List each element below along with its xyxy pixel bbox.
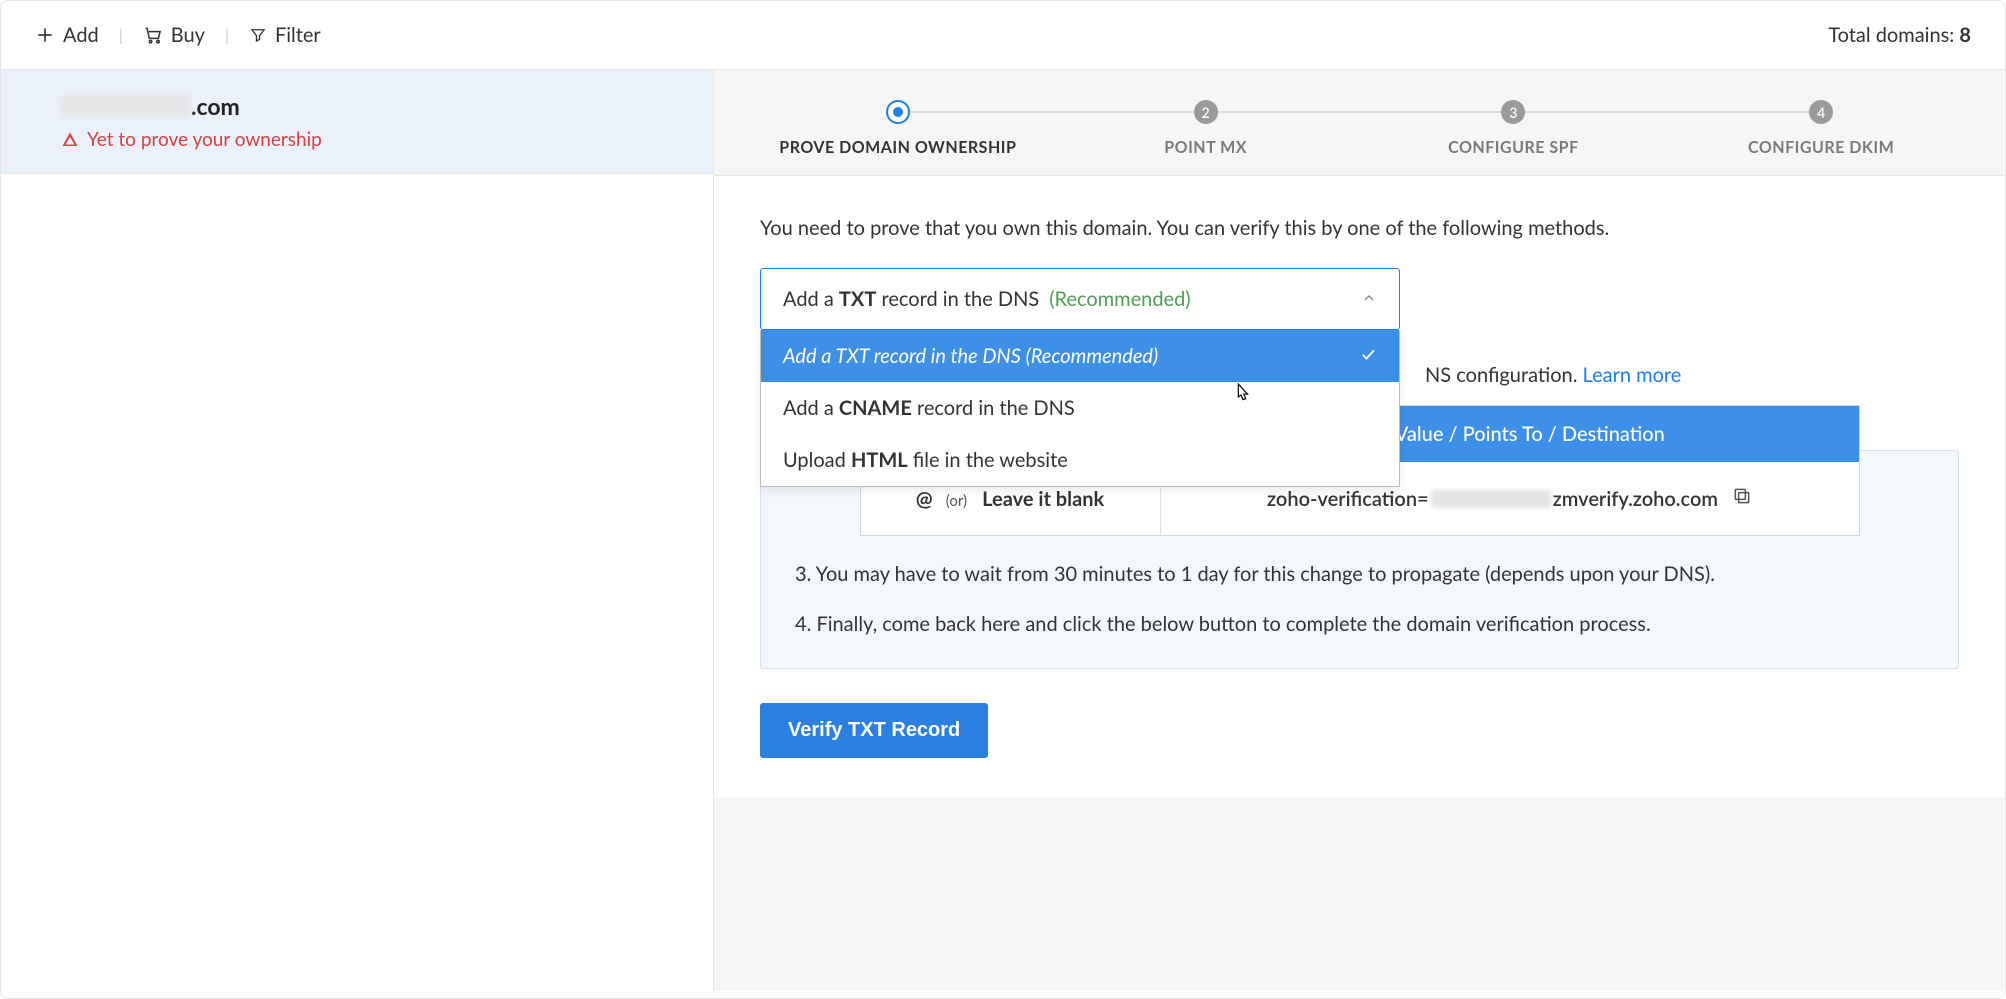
dropdown-trigger[interactable]: Add a TXT record in the DNS (Recommended…: [760, 268, 1400, 330]
toolbar-divider: |: [119, 26, 123, 45]
verification-panel: You need to prove that you own this doma…: [714, 176, 2005, 798]
step-label: PROVE DOMAIN OWNERSHIP: [779, 138, 1016, 157]
dropdown-selected-text: Add a TXT record in the DNS: [783, 287, 1039, 311]
step-point-mx[interactable]: 2 POINT MX: [1052, 100, 1360, 157]
dropdown-menu: Add a TXT record in the DNS (Recommended…: [760, 330, 1400, 487]
main-area: .com Yet to prove your ownership PROVE D…: [1, 70, 2005, 991]
buy-label: Buy: [171, 23, 205, 47]
step-badge: 4: [1809, 100, 1833, 124]
domain-sidebar: .com Yet to prove your ownership: [1, 70, 713, 991]
plus-icon: [35, 25, 55, 45]
toolbar-divider: |: [225, 26, 229, 45]
add-label: Add: [63, 23, 99, 47]
dropdown-option-cname[interactable]: Add a CNAME record in the DNS: [761, 382, 1399, 434]
step-label: CONFIGURE SPF: [1448, 138, 1579, 157]
top-toolbar: Add | Buy | Filter Total domains: 8: [1, 1, 2005, 70]
cart-icon: [143, 25, 163, 45]
dropdown-option-html[interactable]: Upload HTML file in the website: [761, 434, 1399, 486]
verify-txt-button[interactable]: Verify TXT Record: [760, 703, 988, 758]
step-badge: 2: [1194, 100, 1218, 124]
domain-status-text: Yet to prove your ownership: [87, 128, 322, 151]
total-count: 8: [1959, 23, 1971, 47]
step-badge: 3: [1501, 100, 1525, 124]
step-configure-spf[interactable]: 3 CONFIGURE SPF: [1360, 100, 1668, 157]
setup-stepper: PROVE DOMAIN OWNERSHIP 2 POINT MX 3 CONF…: [714, 70, 2005, 176]
domain-suffix: .com: [191, 92, 240, 120]
learn-more-link[interactable]: Learn more: [1583, 363, 1682, 387]
warning-icon: [61, 131, 79, 149]
panel-intro: You need to prove that you own this doma…: [760, 216, 1959, 240]
step-prove-ownership[interactable]: PROVE DOMAIN OWNERSHIP: [744, 100, 1052, 157]
total-domains: Total domains: 8: [1828, 23, 1971, 47]
buy-button[interactable]: Buy: [143, 23, 205, 47]
step-configure-dkim[interactable]: 4 CONFIGURE DKIM: [1667, 100, 1975, 157]
domain-status: Yet to prove your ownership: [61, 128, 673, 151]
step-3-text: 3. You may have to wait from 30 minutes …: [795, 562, 1924, 586]
filter-button[interactable]: Filter: [249, 23, 321, 47]
content-pane: PROVE DOMAIN OWNERSHIP 2 POINT MX 3 CONF…: [713, 70, 2005, 991]
step-label: CONFIGURE DKIM: [1748, 138, 1894, 157]
txt-value-redacted: [1431, 490, 1551, 508]
filter-icon: [249, 26, 267, 44]
domain-name: .com: [61, 92, 673, 120]
total-label: Total domains:: [1828, 23, 1959, 47]
option-label: Add a TXT record in the DNS (Recommended…: [783, 344, 1158, 368]
verification-method-dropdown: Add a TXT record in the DNS (Recommended…: [760, 268, 1400, 330]
domain-name-redacted: [61, 95, 191, 117]
chevron-up-icon: [1361, 287, 1377, 311]
copy-icon[interactable]: [1732, 486, 1752, 511]
option-label: Upload HTML file in the website: [783, 448, 1068, 472]
info-line-2-tail: NS configuration. Learn more: [1425, 363, 1924, 387]
domain-row[interactable]: .com Yet to prove your ownership: [1, 70, 713, 174]
check-icon: [1359, 344, 1377, 368]
filter-label: Filter: [275, 23, 321, 47]
step-4-text: 4. Finally, come back here and click the…: [795, 612, 1924, 636]
add-button[interactable]: Add: [35, 23, 99, 47]
step-label: POINT MX: [1164, 138, 1247, 157]
step-badge: [886, 100, 910, 124]
dropdown-option-txt[interactable]: Add a TXT record in the DNS (Recommended…: [761, 330, 1399, 382]
recommended-tag: (Recommended): [1049, 287, 1190, 311]
option-label: Add a CNAME record in the DNS: [783, 396, 1075, 420]
